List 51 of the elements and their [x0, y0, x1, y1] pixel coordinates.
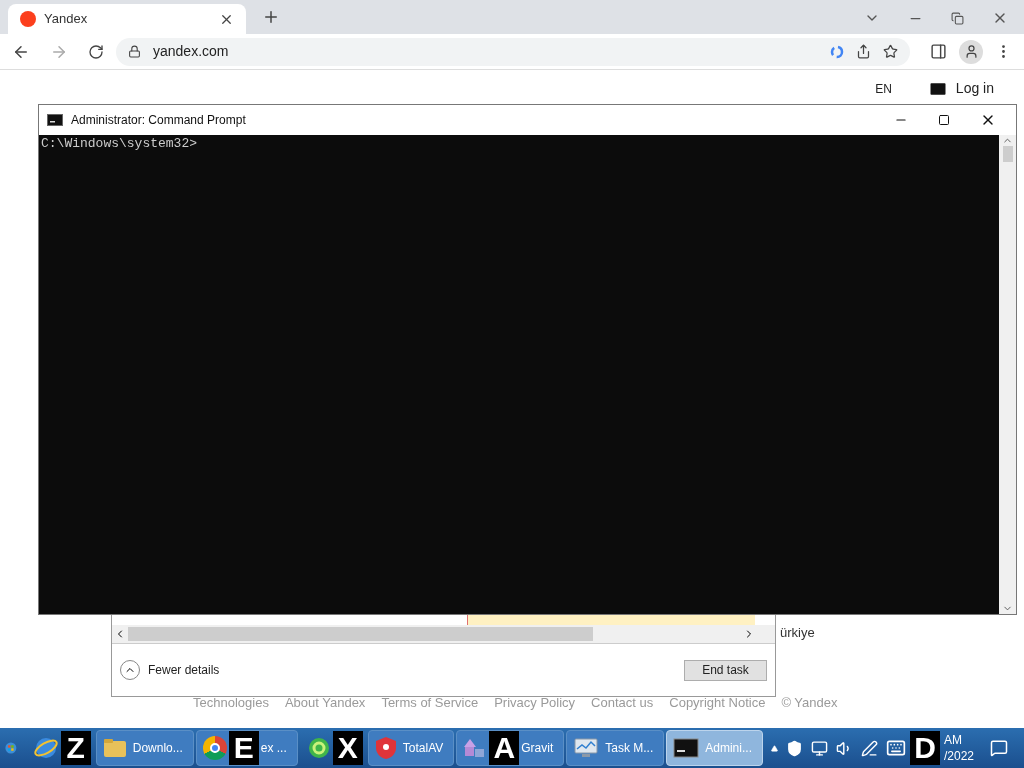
lock-icon: [128, 45, 141, 58]
google-icon[interactable]: [830, 44, 844, 59]
network-icon[interactable]: [810, 739, 828, 757]
new-tab-icon[interactable]: [262, 8, 280, 26]
region-text: ürkiye: [780, 624, 816, 642]
folder-icon: [102, 738, 127, 758]
letter-key-badge: A: [489, 731, 520, 765]
favicon-icon: [20, 11, 36, 27]
taskbar-button[interactable]: X: [299, 730, 366, 766]
letter-key-badge: D: [909, 731, 940, 765]
taskbar-button[interactable]: Task M...: [566, 730, 665, 766]
browser-tab[interactable]: Yandex: [8, 4, 246, 34]
end-task-button[interactable]: End task: [684, 659, 767, 681]
fewer-details-link[interactable]: Fewer details: [148, 661, 220, 679]
restore-icon[interactable]: [951, 11, 964, 25]
login-link[interactable]: Log in: [927, 78, 994, 99]
taskbar-button[interactable]: TotalAV: [367, 730, 455, 766]
maximize-icon[interactable]: [938, 114, 950, 126]
letter-key-badge: X: [332, 731, 363, 765]
address-bar[interactable]: yandex.com: [116, 37, 910, 66]
horizontal-scrollbar-thumb[interactable]: [128, 627, 593, 641]
taskbar-button[interactable]: E ex ...: [195, 730, 298, 766]
terminal-icon: [47, 114, 63, 126]
taskbar-button[interactable]: Z: [25, 730, 94, 766]
clock-time: AM: [943, 732, 963, 748]
letter-key-badge: Z: [60, 731, 91, 765]
taskbar-button[interactable]: Downlo...: [95, 730, 194, 766]
clock-date: /2022: [943, 748, 974, 764]
monitor-chart-icon: [573, 737, 600, 759]
terminal-icon: [673, 738, 700, 758]
notifications-icon[interactable]: [990, 739, 1008, 757]
globe-icon: [32, 735, 59, 761]
chrome-icon: [202, 736, 227, 760]
tab-title: Yandex: [44, 10, 89, 29]
side-panel-icon[interactable]: [930, 43, 947, 60]
swirl-icon: [306, 736, 331, 760]
share-icon[interactable]: [856, 44, 871, 59]
pen-icon[interactable]: [860, 739, 878, 757]
bookmark-star-icon[interactable]: [883, 44, 898, 59]
letter-key-badge: E: [228, 731, 259, 765]
url-text: yandex.com: [153, 42, 230, 61]
shield-warning-icon[interactable]: [785, 739, 803, 757]
reload-icon[interactable]: [88, 43, 104, 60]
taskbar-button[interactable]: A Gravit: [456, 730, 565, 766]
profile-avatar[interactable]: [959, 39, 983, 64]
window-title: Administrator: Command Prompt: [71, 112, 247, 129]
shield-icon: [374, 736, 397, 760]
scrollbar-thumb[interactable]: [1002, 146, 1013, 162]
keyboard-icon[interactable]: [885, 738, 906, 758]
show-hidden-icons-caret[interactable]: [770, 744, 778, 752]
language-selector[interactable]: EN: [875, 79, 892, 98]
